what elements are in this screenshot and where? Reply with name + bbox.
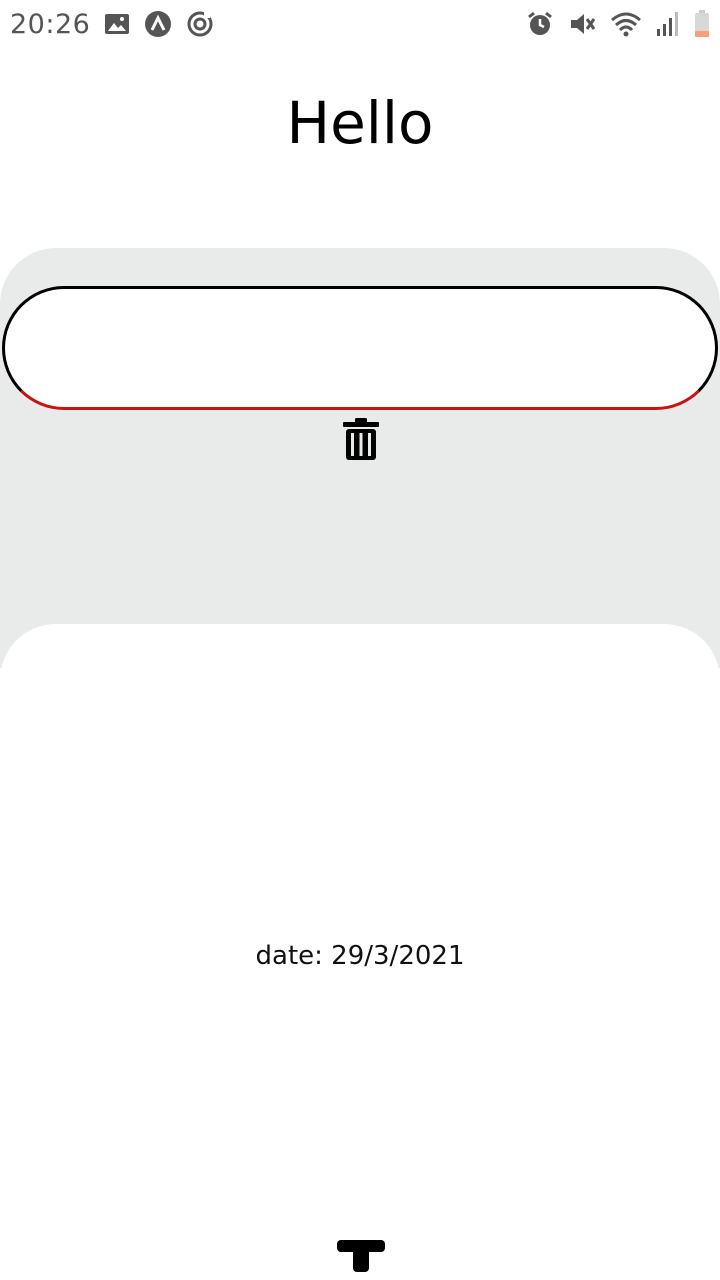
alarm-icon bbox=[526, 10, 554, 38]
wifi-icon bbox=[610, 10, 642, 38]
battery-icon bbox=[694, 10, 710, 38]
note-text-input[interactable] bbox=[2, 286, 718, 410]
delete-button[interactable] bbox=[341, 417, 381, 461]
status-bar-left: 20:26 bbox=[10, 9, 214, 40]
trash-icon bbox=[343, 418, 379, 460]
status-bar: 20:26 bbox=[0, 0, 720, 48]
note-date: date: 29/3/2021 bbox=[255, 941, 465, 971]
text-format-button[interactable] bbox=[336, 1238, 386, 1274]
sync-icon bbox=[186, 10, 214, 38]
text-t-icon bbox=[337, 1240, 385, 1272]
status-time: 20:26 bbox=[10, 8, 91, 40]
app-screen: 20:26 Hello date: 29/3/2021 bbox=[0, 0, 720, 1280]
signal-icon bbox=[656, 11, 680, 37]
app-a-icon bbox=[144, 10, 172, 38]
mute-icon bbox=[568, 10, 596, 38]
page-title: Hello bbox=[286, 89, 434, 157]
image-icon bbox=[104, 12, 130, 36]
status-bar-right bbox=[526, 10, 710, 38]
